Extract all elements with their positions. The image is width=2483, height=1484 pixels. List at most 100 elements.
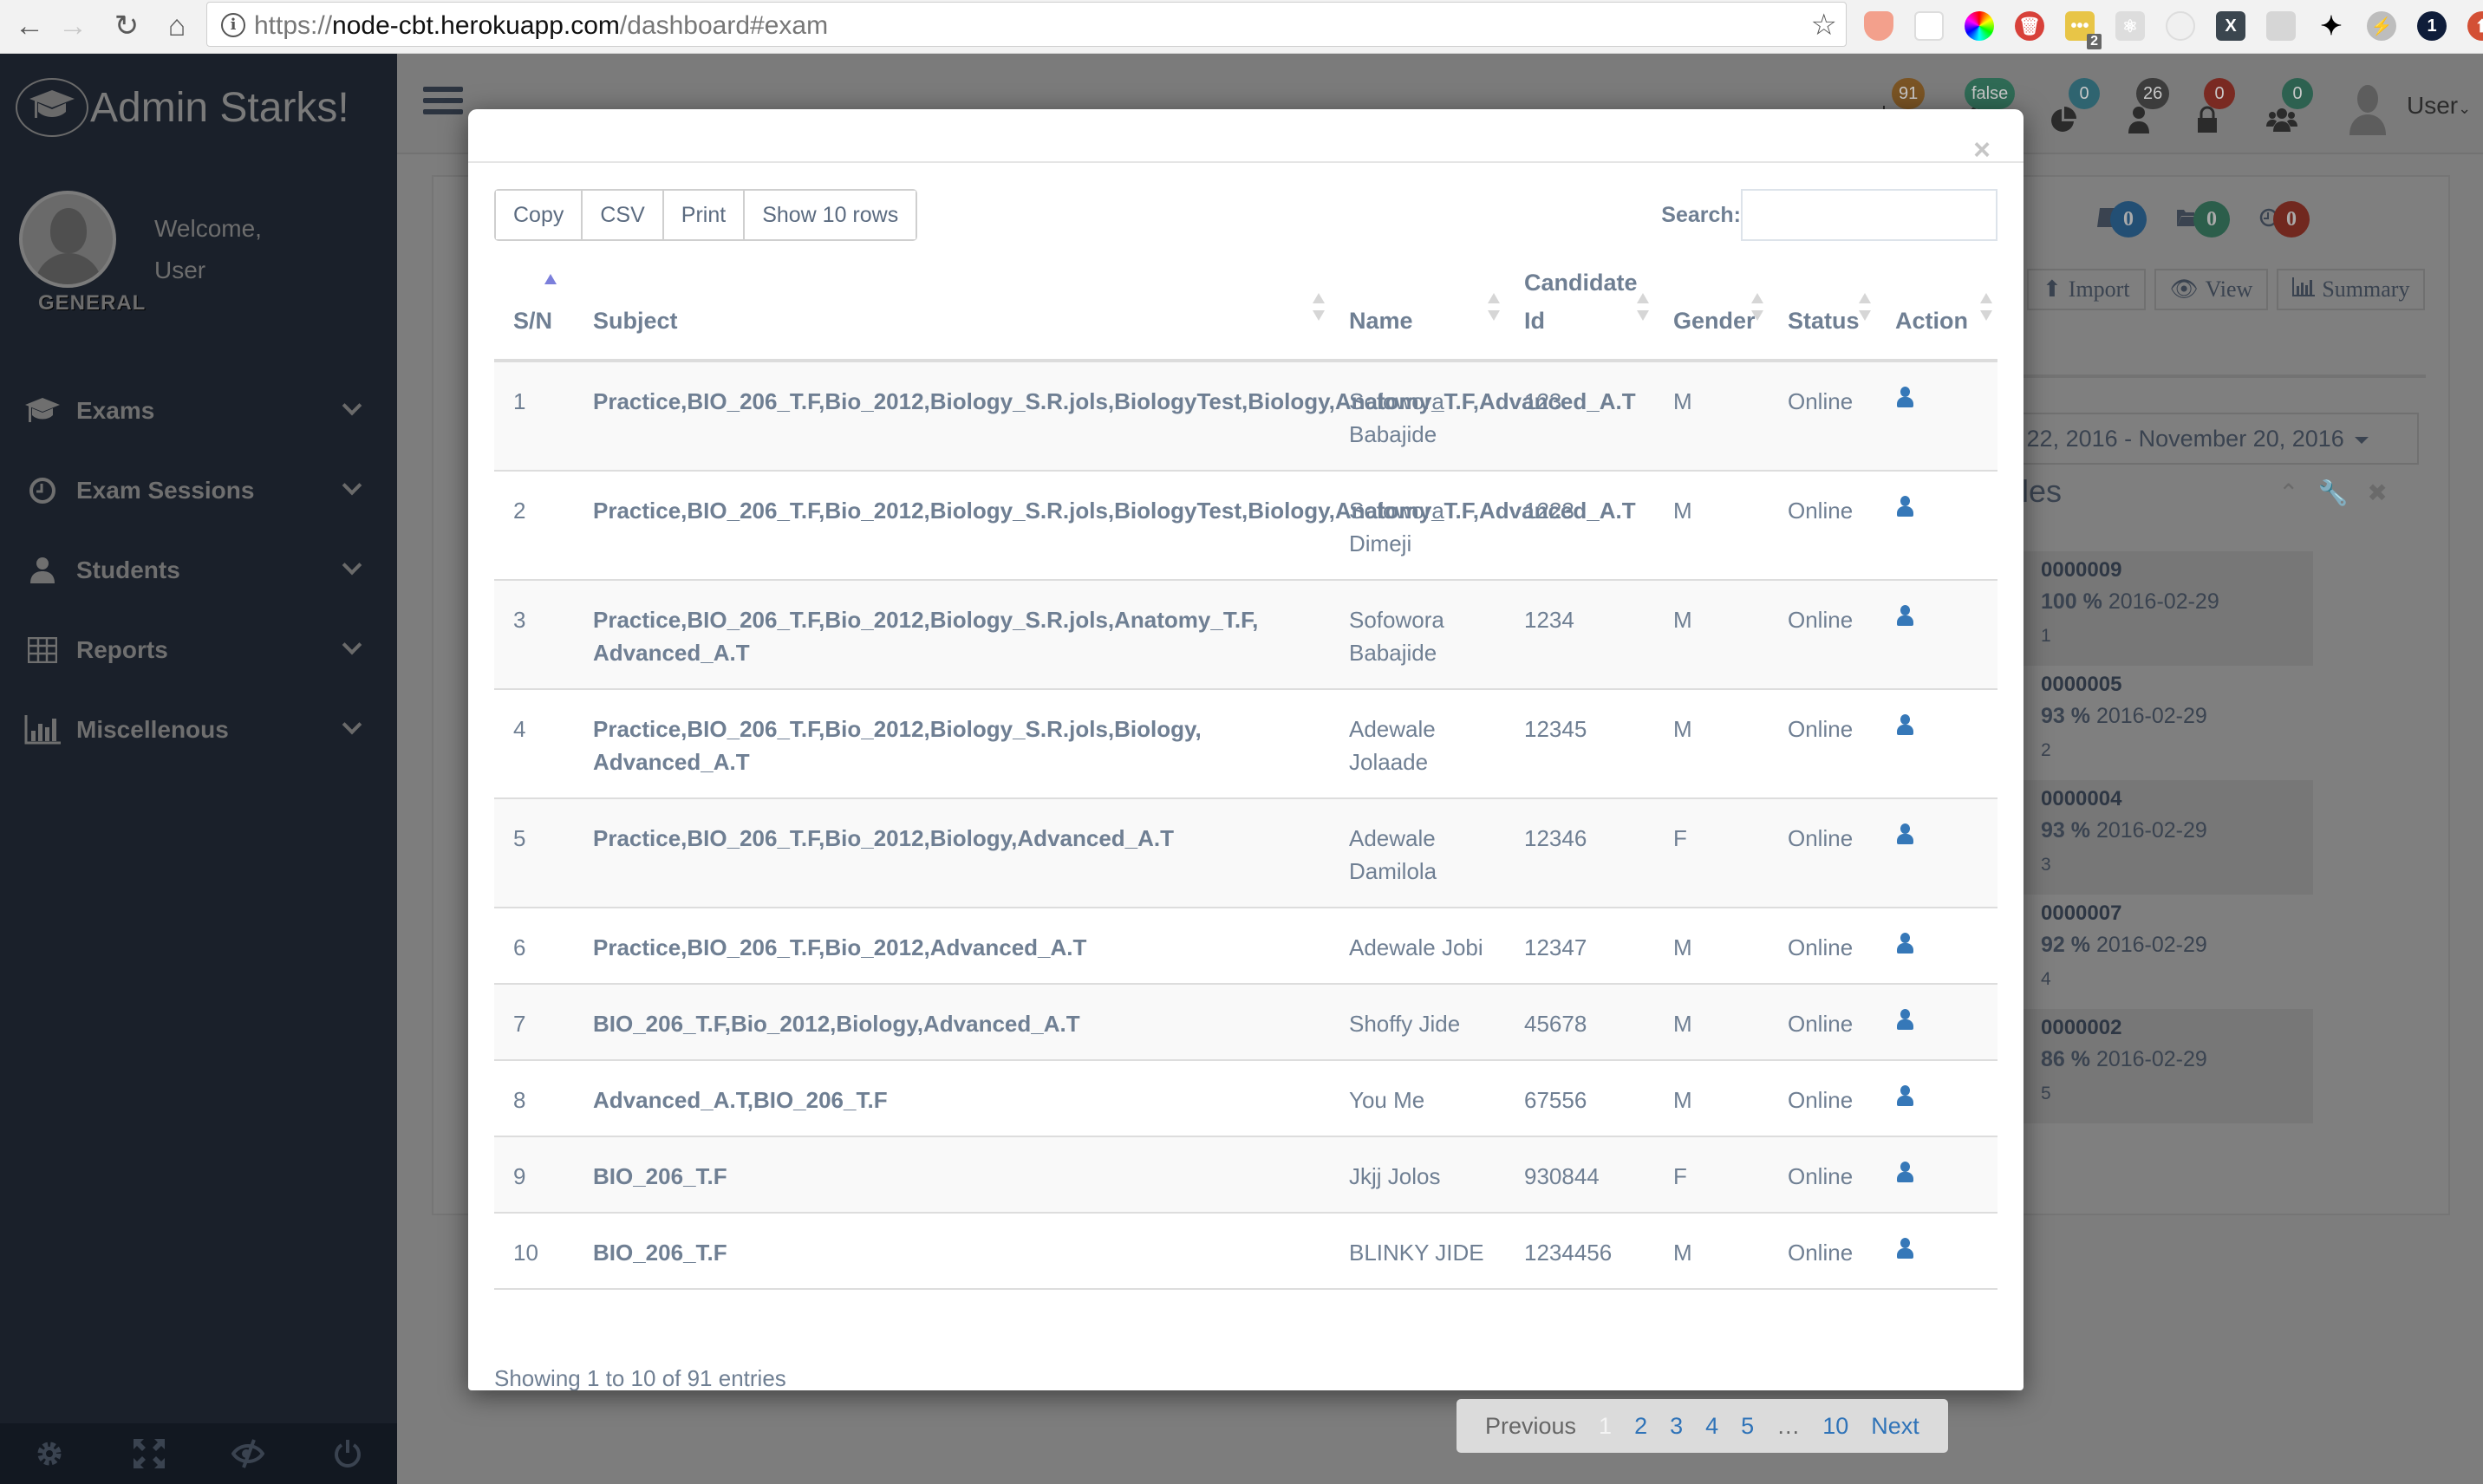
react-extension-icon[interactable]: ⚛ [2115,11,2145,41]
upload-extension-icon[interactable]: ⬆ [2467,11,2483,41]
color-picker-extension-icon[interactable] [1965,11,1994,41]
profile-score: 86 % 2016-02-29 [2041,1047,2207,1072]
topbar-stat[interactable]: 0 [2261,78,2313,139]
pagination-previous[interactable]: Previous [1474,1413,1587,1440]
view-button[interactable]: 👁 View [2154,269,2269,310]
extension-icon[interactable] [1864,11,1893,41]
view-candidate-user-icon[interactable] [1895,933,1914,955]
view-candidate-user-icon[interactable] [1895,496,1914,518]
url-text[interactable]: https://node-cbt.herokuapp.com/dashboard… [254,11,828,41]
trash-extension-icon[interactable]: 🗑 [2015,11,2044,41]
table-row: 2 Practice,BIO_206_T.F,Bio_2012,Biology_S… [494,471,1997,581]
view-candidate-user-icon[interactable] [1895,605,1914,628]
sort-icon [1313,293,1325,321]
column-header-gender[interactable]: Gender [1654,264,1769,362]
lightning-extension-icon[interactable]: ⚡ [2367,11,2396,41]
sidebar-item-students[interactable]: Students [0,530,397,610]
extension-icon[interactable]: ••• 2 [2065,11,2102,49]
power-icon[interactable] [330,1436,365,1471]
brand[interactable]: Admin Starks! [16,78,349,137]
topbar-stat[interactable]: 0 [2044,78,2100,139]
gear-icon[interactable] [32,1436,67,1471]
user-dropdown[interactable]: User⌄ [2407,92,2471,120]
view-candidate-user-icon[interactable] [1895,1162,1914,1184]
topbar-stat[interactable]: 0 [2192,78,2244,139]
one-extension-icon[interactable]: 1 [2417,11,2447,41]
view-candidate-user-icon[interactable] [1895,714,1914,737]
show-rows-button[interactable]: Show 10 rows [745,191,916,239]
view-candidate-user-icon[interactable] [1895,1085,1914,1108]
address-bar[interactable]: i https://node-cbt.herokuapp.com/dashboa… [206,2,1847,47]
column-header-name[interactable]: Name [1330,264,1505,362]
column-header-sn[interactable]: S/N [494,264,574,362]
sort-ascending-icon [544,274,557,302]
profile-rank: 5 [2041,1084,2051,1103]
collapse-icon[interactable]: ⌃ [2278,478,2298,507]
sidebar-item-reports[interactable]: Reports [0,610,397,690]
eye-slash-icon[interactable] [231,1436,265,1471]
info-icon[interactable]: i [221,13,245,37]
extension-icon[interactable] [1914,11,1944,41]
x-extension-icon[interactable]: X [2216,11,2245,41]
profile-id: 0000007 [2041,901,2122,925]
pagination-page[interactable]: 4 [1694,1413,1730,1440]
pagination-page[interactable]: 10 [1811,1413,1860,1440]
print-button[interactable]: Print [663,191,746,239]
column-header-status[interactable]: Status [1769,264,1876,362]
table-row: 9 BIO_206_T.F Jkjj Jolos 930844 F Online [494,1136,1997,1214]
topbar-stat[interactable]: 26 [2122,78,2174,139]
column-header-candidate-id[interactable]: Candidate Id [1505,264,1654,362]
eye-icon: 👁 [2169,277,2199,302]
cell-candidate-id: 12346 [1505,798,1654,908]
csv-button[interactable]: CSV [583,191,664,239]
sidebar-item-label: Exams [76,397,155,424]
profile-percent: 93 % [2041,704,2090,728]
sidebar-item-miscellenous[interactable]: Miscellenous [0,690,397,770]
pagination-page[interactable]: 1 [1587,1413,1623,1440]
forward-arrow-icon[interactable]: → [54,7,92,45]
summary-button[interactable]: Summary [2277,269,2426,310]
home-icon[interactable]: ⌂ [158,7,196,45]
reload-icon[interactable]: ↻ [108,7,146,45]
avatar[interactable] [19,191,116,288]
profile-id: 0000009 [2041,558,2122,582]
copy-button[interactable]: Copy [496,191,583,239]
column-header-subject[interactable]: Subject [574,264,1330,362]
pagination-page[interactable]: 2 [1623,1413,1659,1440]
cell-name: Adewale Jolaade [1330,689,1505,799]
cell-status: Online [1769,1060,1876,1137]
profile-id: 0000005 [2041,673,2122,696]
view-candidate-user-icon[interactable] [1895,1238,1914,1260]
user-avatar-icon[interactable] [2348,83,2388,139]
bookmark-star-icon[interactable]: ☆ [1811,8,1837,42]
pagination-page[interactable]: 3 [1659,1413,1694,1440]
view-candidate-user-icon[interactable] [1895,387,1914,409]
import-button[interactable]: ⬆ Import [2027,269,2146,310]
view-candidate-user-icon[interactable] [1895,823,1914,846]
column-label: Name [1349,308,1413,334]
graduation-cap-icon [24,395,61,426]
fullscreen-icon[interactable] [132,1436,166,1471]
pagination-ellipsis: … [1776,1412,1801,1439]
close-icon[interactable]: ✖ [2367,478,2387,507]
extension-icon[interactable] [2166,11,2195,41]
notification-badge: 0 [2069,78,2100,109]
sidebar-item-exam-sessions[interactable]: Exam Sessions [0,451,397,530]
profile-date: 2016-02-29 [2095,933,2207,957]
search-input[interactable] [1741,189,1997,241]
pagination-page[interactable]: 5 [1730,1413,1765,1440]
view-candidate-user-icon[interactable] [1895,1009,1914,1032]
pagination-next[interactable]: Next [1860,1413,1931,1440]
close-icon[interactable]: × [1973,135,1991,165]
date-range-picker[interactable]: ober 22, 2016 - November 20, 2016 [1958,413,2419,465]
cell-candidate-id: 12345 [1505,689,1654,799]
hamburger-menu-icon[interactable] [423,87,463,118]
cell-status: Online [1769,580,1876,690]
back-arrow-icon[interactable]: ← [10,7,49,45]
ninja-extension-icon[interactable]: ✦ [2317,11,2346,41]
ruby-extension-icon[interactable] [2266,11,2296,41]
url-host: node-cbt.herokuapp.com [332,11,620,40]
wrench-icon[interactable]: 🔧 [2317,478,2348,507]
sidebar-item-exams[interactable]: Exams [0,371,397,451]
column-header-action[interactable]: Action [1876,264,1997,362]
